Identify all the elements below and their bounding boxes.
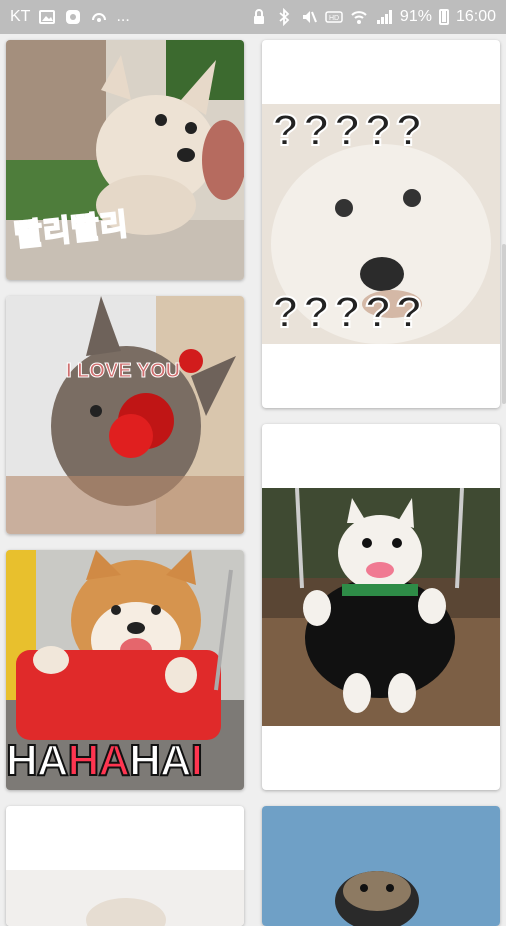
sticker-caption: ????? — [271, 105, 427, 156]
carrier-label: KT — [10, 8, 31, 25]
sticker-card[interactable]: I LOVE YOU — [6, 296, 244, 534]
sticker-image-bulldog-swing — [262, 488, 500, 726]
sticker-card[interactable] — [262, 424, 500, 790]
clock: 16:00 — [455, 8, 496, 25]
messenger-icon — [64, 8, 82, 26]
sticker-image-pug-sky — [262, 806, 500, 926]
sticker-card[interactable]: HAHAHAI — [6, 550, 244, 790]
status-bar: KT ... HD 91% 16:00 — [0, 0, 506, 34]
battery-percent: 91% — [399, 8, 432, 25]
sticker-card[interactable] — [262, 806, 500, 926]
mute-icon — [300, 8, 318, 26]
wifi-icon — [350, 8, 368, 26]
sticker-image-partial — [6, 870, 244, 926]
sticker-grid: 빨리빨리 I LOVE YOU HAHAHAI ????? ????? — [0, 34, 506, 926]
airplay-icon — [90, 8, 108, 26]
signal-icon — [375, 8, 393, 26]
sticker-card[interactable] — [6, 806, 244, 926]
sticker-image-bulldog-rose — [6, 296, 244, 534]
sticker-caption: HAHAHAI — [6, 735, 204, 786]
scrollbar[interactable] — [502, 244, 506, 404]
more-notifications: ... — [116, 8, 130, 25]
sticker-card[interactable]: 빨리빨리 — [6, 40, 244, 280]
sticker-caption: I LOVE YOU — [65, 360, 181, 383]
battery-icon — [438, 9, 449, 25]
svg-text:HD: HD — [329, 15, 339, 22]
lock-icon — [250, 8, 268, 26]
bluetooth-icon — [275, 8, 293, 26]
sticker-card[interactable]: ????? ????? — [262, 40, 500, 408]
hd-icon: HD — [325, 8, 343, 26]
sticker-caption: ????? — [271, 287, 427, 338]
gallery-icon — [38, 8, 56, 26]
